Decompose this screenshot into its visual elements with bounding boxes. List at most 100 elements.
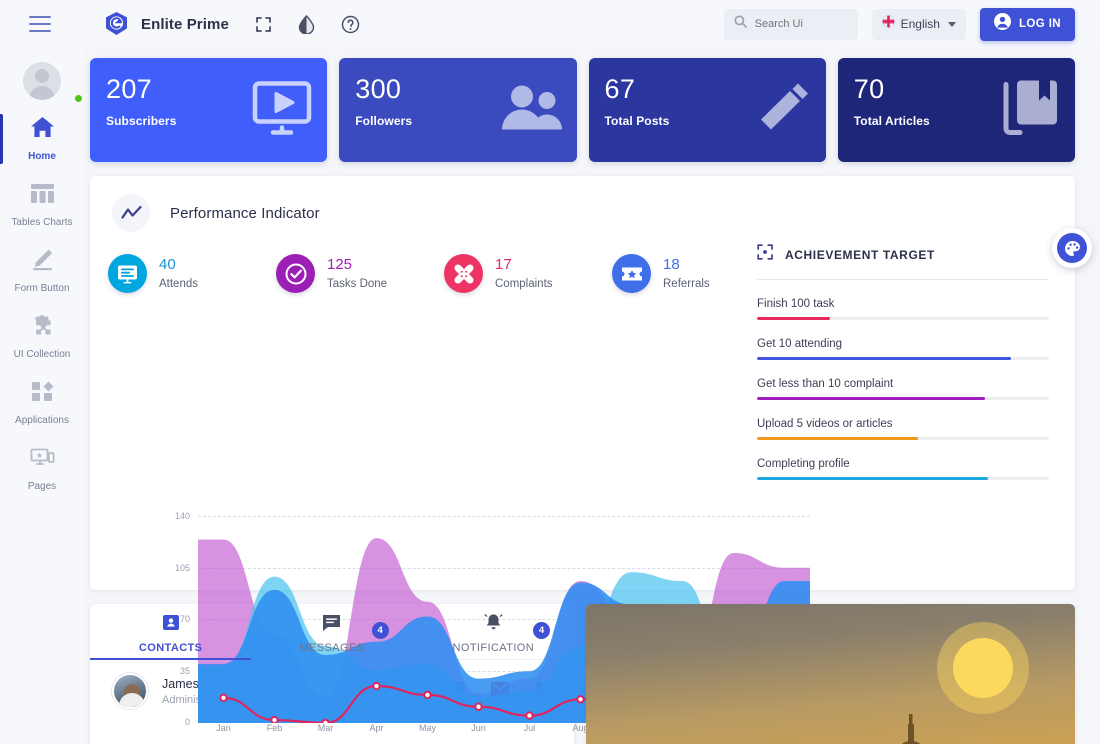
x-tick: Mar: [317, 723, 334, 733]
video-monitor-icon: [251, 80, 313, 141]
stat-card-total-posts[interactable]: 67 Total Posts: [588, 58, 826, 162]
achievement-title: ACHIEVEMENT TARGET: [785, 247, 935, 262]
performance-header: Performance Indicator: [90, 194, 1075, 232]
page-title: Performance Indicator: [170, 204, 320, 222]
sidebar-item-label: Home: [28, 151, 56, 162]
main-content: 207 Subscribers 300 Followers 67 Total P…: [84, 48, 1100, 744]
target-label: Get 10 attending: [757, 338, 843, 350]
x-tick: May: [418, 723, 436, 733]
header-right-group: English LOG IN: [723, 7, 1075, 41]
help-circle-icon[interactable]: [341, 15, 360, 34]
divider: [757, 279, 1049, 280]
sidebar-item-applications[interactable]: Applications: [0, 370, 84, 436]
sidebar-item-home[interactable]: Home: [0, 106, 84, 172]
progress-fill: [757, 357, 1012, 360]
apps-icon: [30, 380, 55, 408]
bell-icon: [484, 613, 503, 636]
target-item[interactable]: Get 10 attending: [757, 338, 1049, 360]
pencil-icon: [30, 248, 55, 276]
stat-card-subscribers[interactable]: 207 Subscribers: [90, 58, 328, 162]
y-tick-0: 0: [184, 717, 190, 727]
target-item[interactable]: Finish 100 task: [757, 298, 1049, 320]
x-tick: Jan: [216, 723, 231, 733]
city-buildings: [901, 714, 921, 744]
target-item[interactable]: Completing profile: [757, 458, 1049, 480]
x-tick: Feb: [266, 723, 283, 733]
progress-track: [757, 397, 1049, 400]
kpi-label: Attends: [159, 277, 198, 290]
tab-contacts[interactable]: CONTACTS: [90, 604, 252, 660]
puzzle-icon: [30, 314, 55, 342]
sidebar-item-form-button[interactable]: Form Button: [0, 238, 84, 304]
search-box[interactable]: [723, 8, 858, 40]
presentation-icon: [108, 254, 147, 293]
sidebar-item-label: Tables Charts: [11, 217, 73, 228]
chart-data-point: [576, 695, 585, 704]
sidebar-item-ui-collection[interactable]: UI Collection: [0, 304, 84, 370]
y-tick-105: 105: [174, 563, 190, 573]
y-tick-140: 140: [174, 511, 190, 521]
progress-track: [757, 477, 1049, 480]
chart-data-point: [423, 690, 432, 700]
progress-fill: [757, 397, 985, 400]
kpi-tasks-done[interactable]: 125 Tasks Done: [276, 254, 444, 293]
performance-indicator-panel: Performance Indicator 40 Attends 125 Tas…: [90, 176, 1075, 733]
stat-card-total-articles[interactable]: 70 Total Articles: [837, 58, 1075, 162]
tab-label: MESSAGES: [299, 641, 365, 654]
monitor-mobile-icon: [30, 446, 55, 474]
progress-fill: [757, 477, 988, 480]
app-header: Enlite Prime Search Ui English LOG IN: [0, 0, 1100, 48]
target-label: Completing profile: [757, 458, 850, 470]
tab-bar: CONTACTS MESSAGES 4 NOTIFICATION 4: [90, 604, 574, 660]
target-label: Upload 5 videos or articles: [757, 418, 893, 430]
stat-card-followers[interactable]: 300 Followers: [339, 58, 577, 162]
ticket-star-icon: [612, 254, 651, 293]
target-label: Finish 100 task: [757, 298, 835, 310]
kpi-attends[interactable]: 40 Attends: [108, 254, 276, 293]
login-button[interactable]: LOG IN: [979, 7, 1075, 41]
weather-card[interactable]: 29°: [586, 604, 1075, 744]
language-selector[interactable]: English: [871, 8, 966, 40]
chart-data-point: [372, 681, 381, 691]
sidebar-item-label: Form Button: [14, 283, 70, 294]
kpi-value: 17: [495, 256, 512, 274]
hamburger-icon[interactable]: [29, 16, 51, 32]
kpi-label: Complaints: [495, 277, 553, 290]
chart-data-point: [219, 693, 228, 703]
x-tick: Apr: [369, 723, 384, 733]
pencil-icon: [756, 80, 812, 141]
notification-badge: 4: [532, 622, 550, 639]
kpi-complaints[interactable]: 17 Complaints: [444, 254, 612, 293]
user-circle-icon: [993, 13, 1011, 35]
sidebar-item-tables-charts[interactable]: Tables Charts: [0, 172, 84, 238]
avatar[interactable]: [0, 56, 84, 106]
theme-settings-button[interactable]: [1052, 228, 1092, 268]
check-circle-icon: [276, 254, 315, 293]
tab-messages[interactable]: MESSAGES 4: [251, 604, 412, 659]
target-item[interactable]: Get less than 10 complaint: [757, 378, 1049, 400]
sun-icon: [937, 622, 1029, 714]
contrast-icon[interactable]: [298, 14, 315, 34]
progress-track: [757, 357, 1049, 360]
enlite-logo-icon: [104, 11, 129, 38]
y-tick-35: 35: [179, 666, 190, 676]
x-tick: Jul: [523, 723, 536, 733]
sidebar-item-pages[interactable]: Pages: [0, 436, 84, 502]
kpi-referrals[interactable]: 18 Referrals: [612, 254, 780, 293]
tab-label: NOTIFICATION: [452, 642, 535, 654]
chevron-down-icon: [947, 21, 956, 27]
kpi-value: 40: [159, 256, 176, 274]
progress-fill: [757, 317, 830, 320]
avatar: [112, 673, 148, 709]
target-item[interactable]: Upload 5 videos or articles: [757, 418, 1049, 440]
brand-name: Enlite Prime: [141, 15, 229, 33]
sidebar-item-label: Pages: [27, 481, 57, 492]
fullscreen-icon[interactable]: [255, 16, 272, 33]
sidebar-item-label: UI Collection: [13, 349, 71, 360]
tab-notification[interactable]: NOTIFICATION 4: [413, 604, 574, 659]
kpi-value: 18: [663, 256, 680, 274]
search-input[interactable]: [754, 18, 850, 30]
online-status-dot: [74, 94, 83, 103]
people-icon: [499, 83, 563, 138]
progress-track: [757, 317, 1049, 320]
